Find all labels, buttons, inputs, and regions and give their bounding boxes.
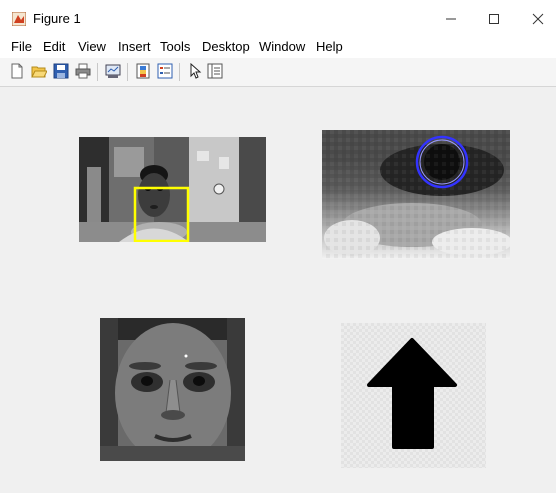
menu-edit[interactable]: Edit: [43, 39, 65, 54]
save-button[interactable]: [52, 62, 70, 80]
figure-canvas: [0, 87, 556, 493]
toolbar: [0, 58, 556, 87]
open-file-icon: [31, 66, 47, 78]
subplot-webcam-frame[interactable]: [79, 137, 266, 242]
print-icon: [75, 63, 91, 79]
menu-view[interactable]: View: [78, 39, 106, 54]
maximize-button[interactable]: [474, 6, 514, 32]
pointer-button[interactable]: [186, 62, 204, 80]
menu-bar: File Edit View Insert Tools Desktop Wind…: [0, 36, 556, 58]
menu-help[interactable]: Help: [316, 39, 343, 54]
subplot-eye-region[interactable]: [322, 130, 510, 259]
menu-file[interactable]: File: [11, 39, 32, 54]
open-file-button[interactable]: [30, 62, 48, 80]
new-figure-button[interactable]: [8, 62, 26, 80]
menu-desktop[interactable]: Desktop: [202, 39, 250, 54]
eye-region-image: [322, 130, 510, 259]
close-icon: [532, 13, 544, 25]
toolbar-separator: [97, 63, 98, 81]
link-plot-icon: [105, 64, 121, 78]
arrow-up-icon: [341, 323, 486, 468]
minimize-button[interactable]: [431, 6, 471, 32]
window-title: Figure 1: [33, 11, 81, 26]
link-plot-button[interactable]: [104, 62, 122, 80]
minimize-icon: [446, 18, 456, 20]
toolbar-separator: [179, 63, 180, 81]
print-button[interactable]: [74, 62, 92, 80]
property-inspector-icon: [207, 63, 223, 79]
menu-tools[interactable]: Tools: [160, 39, 190, 54]
cropped-face-image: [100, 318, 245, 461]
maximize-icon: [489, 14, 499, 24]
title-bar: Figure 1: [0, 0, 556, 36]
close-button[interactable]: [518, 6, 556, 32]
property-inspector-button[interactable]: [206, 62, 224, 80]
legend-button[interactable]: [156, 62, 174, 80]
webcam-frame-image: [79, 137, 266, 242]
subplot-cropped-face[interactable]: [100, 318, 245, 461]
matlab-figure-icon: [12, 12, 26, 26]
legend-icon: [157, 63, 173, 79]
menu-insert[interactable]: Insert: [118, 39, 151, 54]
menu-window[interactable]: Window: [259, 39, 305, 54]
colorbar-icon: [136, 63, 150, 79]
subplot-direction-arrow[interactable]: [341, 323, 486, 468]
new-figure-icon: [11, 63, 23, 79]
colorbar-button[interactable]: [134, 62, 152, 80]
toolbar-separator: [127, 63, 128, 81]
save-icon: [53, 63, 69, 79]
pointer-icon: [190, 63, 202, 79]
